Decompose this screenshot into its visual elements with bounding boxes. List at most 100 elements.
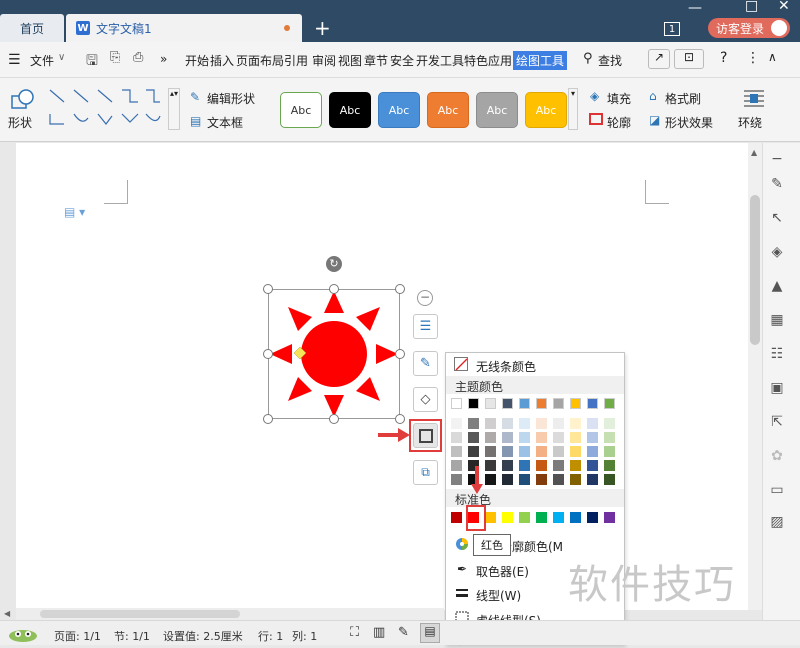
theme-shade-swatch[interactable] <box>587 418 598 429</box>
print-icon[interactable]: ⎙ <box>133 50 143 65</box>
theme-shade-swatch[interactable] <box>570 446 581 457</box>
theme-shade-swatch[interactable] <box>485 446 496 457</box>
theme-color-swatch[interactable] <box>451 398 462 409</box>
standard-color-swatch[interactable] <box>519 512 530 523</box>
hamburger-icon[interactable]: ☰ <box>8 52 21 68</box>
theme-shade-swatch[interactable] <box>519 474 530 485</box>
theme-shade-swatch[interactable] <box>451 474 462 485</box>
more-shape-options-button[interactable]: ⧉ <box>413 460 438 485</box>
more-options-icon[interactable]: ⋮ <box>746 50 760 66</box>
theme-shade-swatch[interactable] <box>485 418 496 429</box>
outline-icon[interactable] <box>589 113 603 125</box>
paragraph-layout-icon[interactable]: ▤ ▾ <box>64 205 85 219</box>
shape-style-preset[interactable]: Abc <box>427 92 469 128</box>
help-icon[interactable]: ? <box>720 50 727 66</box>
theme-color-swatch[interactable] <box>519 398 530 409</box>
theme-shade-swatch[interactable] <box>553 474 564 485</box>
theme-shade-swatch[interactable] <box>553 418 564 429</box>
edit-mode-icon[interactable]: ✎ <box>398 625 409 640</box>
fill-button[interactable]: 填充 <box>607 90 631 107</box>
resize-handle-s[interactable] <box>329 414 339 424</box>
theme-shade-swatch[interactable] <box>536 446 547 457</box>
shape-effects-icon[interactable]: ◪ <box>649 113 660 127</box>
resize-handle-ne[interactable] <box>395 284 405 294</box>
window-count-badge[interactable]: 1 <box>664 22 680 36</box>
resize-handle-e[interactable] <box>395 349 405 359</box>
theme-color-swatch[interactable] <box>502 398 513 409</box>
status-row[interactable]: 行: 1 <box>258 628 283 644</box>
menu-home[interactable]: 开始 <box>185 52 209 69</box>
menu-drawing-tools[interactable]: 绘图工具 <box>513 51 568 70</box>
theme-shade-swatch[interactable] <box>536 418 547 429</box>
standard-color-swatch[interactable] <box>485 512 496 523</box>
horizontal-scrollbar-thumb[interactable] <box>40 610 240 618</box>
picture-icon[interactable]: ▨ <box>768 513 786 531</box>
layout-options-button[interactable]: ☰ <box>413 314 438 339</box>
text-box-button[interactable]: 文本框 <box>207 114 243 131</box>
menu-security[interactable]: 安全 <box>390 52 414 69</box>
theme-shade-swatch[interactable] <box>587 446 598 457</box>
theme-shade-swatch[interactable] <box>468 418 479 429</box>
wrap-button[interactable]: 环绕 <box>738 114 762 131</box>
shape-style-preset[interactable]: Abc <box>280 92 322 128</box>
pen-icon[interactable]: ✎ <box>768 175 786 193</box>
format-painter-icon[interactable]: ⌂ <box>649 89 657 103</box>
collapse-ribbon-icon[interactable]: ∧ <box>768 50 777 64</box>
theme-shade-swatch[interactable] <box>451 418 462 429</box>
theme-shade-swatch[interactable] <box>485 474 496 485</box>
table-icon[interactable]: ▦ <box>768 311 786 329</box>
tab-document[interactable]: W 文字文稿1 <box>66 14 302 42</box>
format-painter-button[interactable]: 格式刷 <box>665 90 701 107</box>
menu-page-layout[interactable]: 页面布局 <box>236 52 284 69</box>
settings-sliders-icon[interactable]: ☷ <box>768 345 786 363</box>
standard-color-swatch[interactable] <box>502 512 513 523</box>
theme-shade-swatch[interactable] <box>587 474 598 485</box>
archive-icon[interactable]: ▭ <box>768 481 786 499</box>
vertical-scrollbar-thumb[interactable] <box>750 195 760 345</box>
theme-shade-swatch[interactable] <box>604 446 615 457</box>
cursor-icon[interactable]: ↖ <box>768 209 786 227</box>
theme-shade-swatch[interactable] <box>485 432 496 443</box>
no-line-color-item[interactable]: 无线条颜色 <box>476 358 536 375</box>
theme-color-swatch[interactable] <box>587 398 598 409</box>
theme-shade-swatch[interactable] <box>485 460 496 471</box>
standard-color-swatch[interactable] <box>451 512 462 523</box>
shape-style-preset[interactable]: Abc <box>329 92 371 128</box>
status-page[interactable]: 页面: 1/1 <box>54 628 101 644</box>
theme-shade-swatch[interactable] <box>536 460 547 471</box>
eyedropper-item[interactable]: 取色器(E) <box>476 563 529 580</box>
style-panel-icon[interactable]: ▲ <box>768 277 786 295</box>
shape-style-preset[interactable]: Abc <box>525 92 567 128</box>
status-setting[interactable]: 设置值: 2.5厘米 <box>163 628 243 644</box>
panel-expand-icon[interactable]: − <box>768 150 786 168</box>
theme-shade-swatch[interactable] <box>570 460 581 471</box>
theme-shade-swatch[interactable] <box>451 432 462 443</box>
shape-icon[interactable] <box>10 88 36 110</box>
image-icon[interactable]: ▣ <box>768 379 786 397</box>
share-export-icon[interactable]: ⇱ <box>768 413 786 431</box>
collapse-toolbar-icon[interactable]: − <box>417 290 433 306</box>
theme-shade-swatch[interactable] <box>519 418 530 429</box>
theme-shade-swatch[interactable] <box>604 474 615 485</box>
close-icon[interactable]: ✕ <box>778 0 790 14</box>
theme-shade-swatch[interactable] <box>604 460 615 471</box>
maximize-icon[interactable]: □ <box>745 0 758 14</box>
scroll-left-icon[interactable]: ◀ <box>4 609 10 618</box>
cloud-sync-icon[interactable]: ⊡ <box>674 49 704 69</box>
scroll-up-icon[interactable]: ▲ <box>751 148 757 157</box>
theme-shade-swatch[interactable] <box>502 446 513 457</box>
theme-color-swatch[interactable] <box>604 398 615 409</box>
resize-handle-se[interactable] <box>395 414 405 424</box>
theme-shade-swatch[interactable] <box>604 418 615 429</box>
theme-shade-swatch[interactable] <box>451 446 462 457</box>
export-icon[interactable]: ⎘ <box>110 50 120 65</box>
shape-style-preset[interactable]: Abc <box>476 92 518 128</box>
theme-color-swatch[interactable] <box>570 398 581 409</box>
theme-shade-swatch[interactable] <box>570 474 581 485</box>
theme-shade-swatch[interactable] <box>468 432 479 443</box>
login-button[interactable]: 访客登录 <box>708 18 790 38</box>
status-column[interactable]: 列: 1 <box>292 628 317 644</box>
theme-shade-swatch[interactable] <box>519 446 530 457</box>
resize-handle-sw[interactable] <box>263 414 273 424</box>
theme-color-swatch[interactable] <box>468 398 479 409</box>
